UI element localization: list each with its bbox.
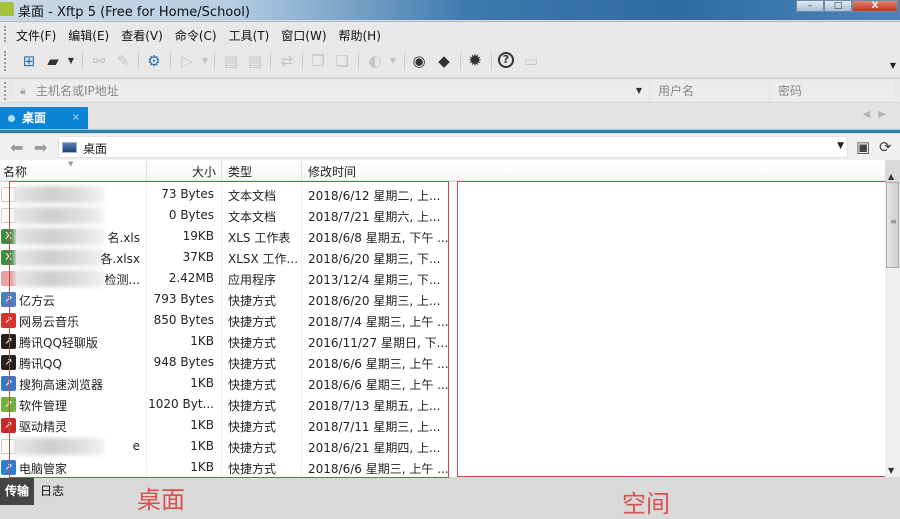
toolbar-separator [170,53,171,69]
paste-icon[interactable]: ❏ [333,52,351,70]
path-dropdown-icon[interactable]: ▼ [837,141,844,151]
path-combobox[interactable]: 桌面 ▼ [58,136,848,158]
tab-scroll-arrows-icon[interactable]: ◀▶ [863,109,894,120]
address-grip[interactable] [4,82,6,100]
annotation-label-desktop: 桌面 [137,486,185,514]
column-divider[interactable] [146,160,147,181]
column-modified[interactable]: 修改时间 [308,163,356,180]
xmanager-icon[interactable]: ◆ [435,52,453,70]
menu-view[interactable]: 查看(V) [121,27,163,44]
scroll-down-arrow-icon[interactable]: ▼ [888,466,894,475]
address-bar: 🔒︎ 主机名或IP地址 ▼ 用户名 密码 [0,78,900,102]
menu-edit[interactable]: 编辑(E) [68,27,109,44]
scroll-thumb[interactable]: ≡ [886,182,899,268]
host-input[interactable]: 🔒︎ 主机名或IP地址 ▼ [14,81,648,101]
xshell-icon[interactable]: ◉ [410,52,428,70]
menu-window[interactable]: 窗口(W) [281,27,326,44]
column-type[interactable]: 类型 [228,163,252,180]
refresh-icon[interactable]: ⟳ [879,138,892,156]
menu-file[interactable]: 文件(F) [16,27,56,44]
vertical-scrollbar[interactable]: ▲ ≡ ▼ [885,172,900,477]
annotation-box-desktop [9,181,449,478]
encoding-dropdown-icon[interactable]: ▼ [384,52,402,70]
maximize-button[interactable]: □ [824,0,852,12]
options-gear-icon[interactable]: ✹ [466,52,484,70]
lock-icon: 🔒︎ [20,84,26,97]
toolbar-grip[interactable] [4,51,6,71]
username-input[interactable]: 用户名 [652,81,768,101]
open-folder-icon[interactable]: ▰ [44,52,62,70]
open-dropdown-icon[interactable]: ▼ [62,52,80,70]
thumb-grip-icon: ≡ [890,217,897,226]
tab-status-dot-icon [8,115,15,122]
menu-bar: 文件(F) 编辑(E) 查看(V) 命令(C) 工具(T) 窗口(W) 帮助(H… [0,21,900,45]
password-input[interactable]: 密码 [772,81,894,101]
new-session-icon[interactable]: ⊞ [20,52,38,70]
host-placeholder: 主机名或IP地址 [36,84,119,98]
disconnect-icon[interactable]: ⚯ [90,52,108,70]
xftp-app-icon [0,2,14,16]
bottom-panel-tabs: 传输 日志 桌面 空间 [0,478,900,518]
menu-help[interactable]: 帮助(H) [339,27,381,44]
scroll-up-arrow-icon[interactable]: ▲ [888,172,894,181]
toolbar-separator [302,53,303,69]
path-text: 桌面 [83,142,108,156]
session-properties-icon[interactable]: ⚙ [145,52,163,70]
feedback-icon[interactable]: ▭ [522,52,540,70]
menu-tools[interactable]: 工具(T) [229,27,270,44]
toolbar: ⊞ ▰ ▼ ⚯ ✎ ⚙ ▷ ▼ ▤ ▤ ⇄ ❐ ❏ ◐ ▼ ◉ ◆ ✹ ? ▭ … [0,45,900,77]
encoding-globe-icon[interactable]: ◐ [366,52,384,70]
sort-indicator-icon: ▼ [68,160,74,168]
tab-transfer[interactable]: 传输 [0,478,35,505]
toolbar-overflow-icon[interactable]: ▼ [890,61,896,70]
close-button[interactable]: X [852,0,898,12]
column-name[interactable]: 名称 [3,163,27,180]
desktop-monitor-icon [62,142,77,153]
help-icon[interactable]: ? [498,52,514,68]
annotation-box-space [457,181,886,477]
annotation-label-space: 空间 [622,490,670,518]
tab-label: 桌面 [22,111,47,125]
toolbar-separator [214,53,215,69]
copy-icon[interactable]: ❐ [309,52,327,70]
transfer-icon[interactable]: ▷ [178,52,196,70]
transfer-dropdown-icon[interactable]: ▼ [196,52,214,70]
toolbar-separator [404,53,405,69]
menu-command[interactable]: 命令(C) [175,27,217,44]
column-divider[interactable] [301,160,302,181]
navigation-bar: ⬅ ➡ 桌面 ▼ ▣ ⟳ [0,134,900,160]
minimize-button[interactable]: – [796,0,824,12]
forward-arrow-icon[interactable]: ➡ [34,138,47,157]
tab-underline [0,129,900,133]
toolbar-separator [82,53,83,69]
window-title: 桌面 - Xftp 5 (Free for Home/School) [18,5,250,20]
parent-folder-icon[interactable]: ▣ [856,138,870,156]
file-list-header: ▼ 名称 大小 类型 修改时间 [0,160,885,181]
tab-log[interactable]: 日志 [35,478,69,505]
column-divider[interactable] [221,160,222,181]
reconnect-icon[interactable]: ✎ [114,52,132,70]
title-bar: 桌面 - Xftp 5 (Free for Home/School) – □ X [0,0,900,20]
toolbar-separator [358,53,359,69]
toolbar-separator [270,53,271,69]
column-size[interactable]: 大小 [192,163,216,180]
tab-bar: 桌面 × ◀▶ [0,103,900,129]
tab-desktop[interactable]: 桌面 × [0,107,88,129]
sync-icon[interactable]: ⇄ [278,52,296,70]
toolbar-separator [491,53,492,69]
toolbar-separator [138,53,139,69]
host-dropdown-icon[interactable]: ▼ [636,81,642,101]
upload-file-icon[interactable]: ▤ [222,52,240,70]
tab-close-icon[interactable]: × [72,107,80,129]
menu-grip[interactable] [4,26,6,42]
download-file-icon[interactable]: ▤ [246,52,264,70]
toolbar-separator [460,53,461,69]
back-arrow-icon[interactable]: ⬅ [10,138,23,157]
